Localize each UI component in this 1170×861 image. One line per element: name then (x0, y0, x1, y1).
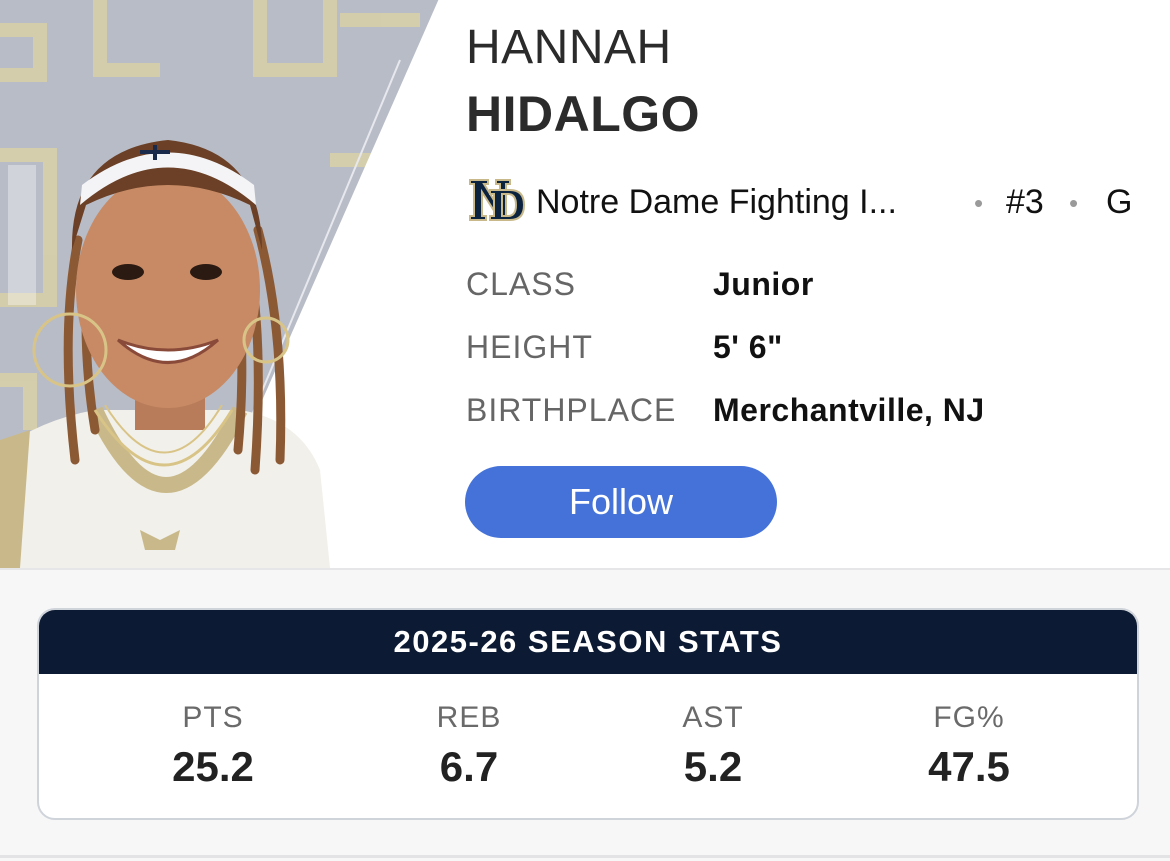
class-label: CLASS (466, 266, 576, 302)
player-photo (0, 0, 470, 568)
player-position: G (1106, 183, 1133, 221)
jersey-number: #3 (1006, 183, 1044, 221)
notre-dame-nd-logo-icon[interactable] (466, 174, 526, 230)
stat-value: 25.2 (172, 743, 254, 790)
player-last-name: HIDALGO (466, 86, 701, 142)
stat-label: REB (436, 701, 502, 734)
birthplace-value: Merchantville, NJ (713, 392, 985, 428)
team-name[interactable]: Notre Dame Fighting I... (536, 180, 956, 224)
team-row: Notre Dame Fighting I... • #3 • G (466, 174, 1146, 230)
separator-dot: • (974, 188, 984, 218)
stat-label: PTS (182, 701, 244, 734)
stat-fg-pct: FG% 47.5 (841, 674, 1097, 818)
player-header: HANNAH HIDALGO Notre Dame Fighting I... … (0, 0, 1170, 568)
player-first-name: HANNAH (466, 21, 672, 74)
class-value: Junior (713, 266, 814, 302)
player-profile-page: HANNAH HIDALGO Notre Dame Fighting I... … (0, 0, 1170, 861)
stat-pts: PTS 25.2 (85, 674, 341, 818)
height-value: 5' 6" (713, 329, 783, 365)
stat-reb: REB 6.7 (341, 674, 597, 818)
follow-button[interactable]: Follow (465, 466, 777, 538)
stat-label: AST (682, 701, 744, 734)
stat-label: FG% (933, 701, 1005, 734)
season-stats-card[interactable]: 2025-26 SEASON STATS PTS 25.2 REB 6.7 AS… (37, 608, 1139, 820)
birthplace-label: BIRTHPLACE (466, 392, 677, 428)
season-stats-title: 2025-26 SEASON STATS (39, 610, 1137, 674)
bottom-divider (0, 855, 1170, 858)
player-headshot-icon (0, 0, 470, 568)
stat-value: 47.5 (928, 743, 1010, 790)
stat-ast: AST 5.2 (585, 674, 841, 818)
stat-value: 6.7 (439, 743, 499, 790)
height-label: HEIGHT (466, 329, 593, 365)
stat-value: 5.2 (683, 743, 743, 790)
separator-dot: • (1069, 188, 1079, 218)
